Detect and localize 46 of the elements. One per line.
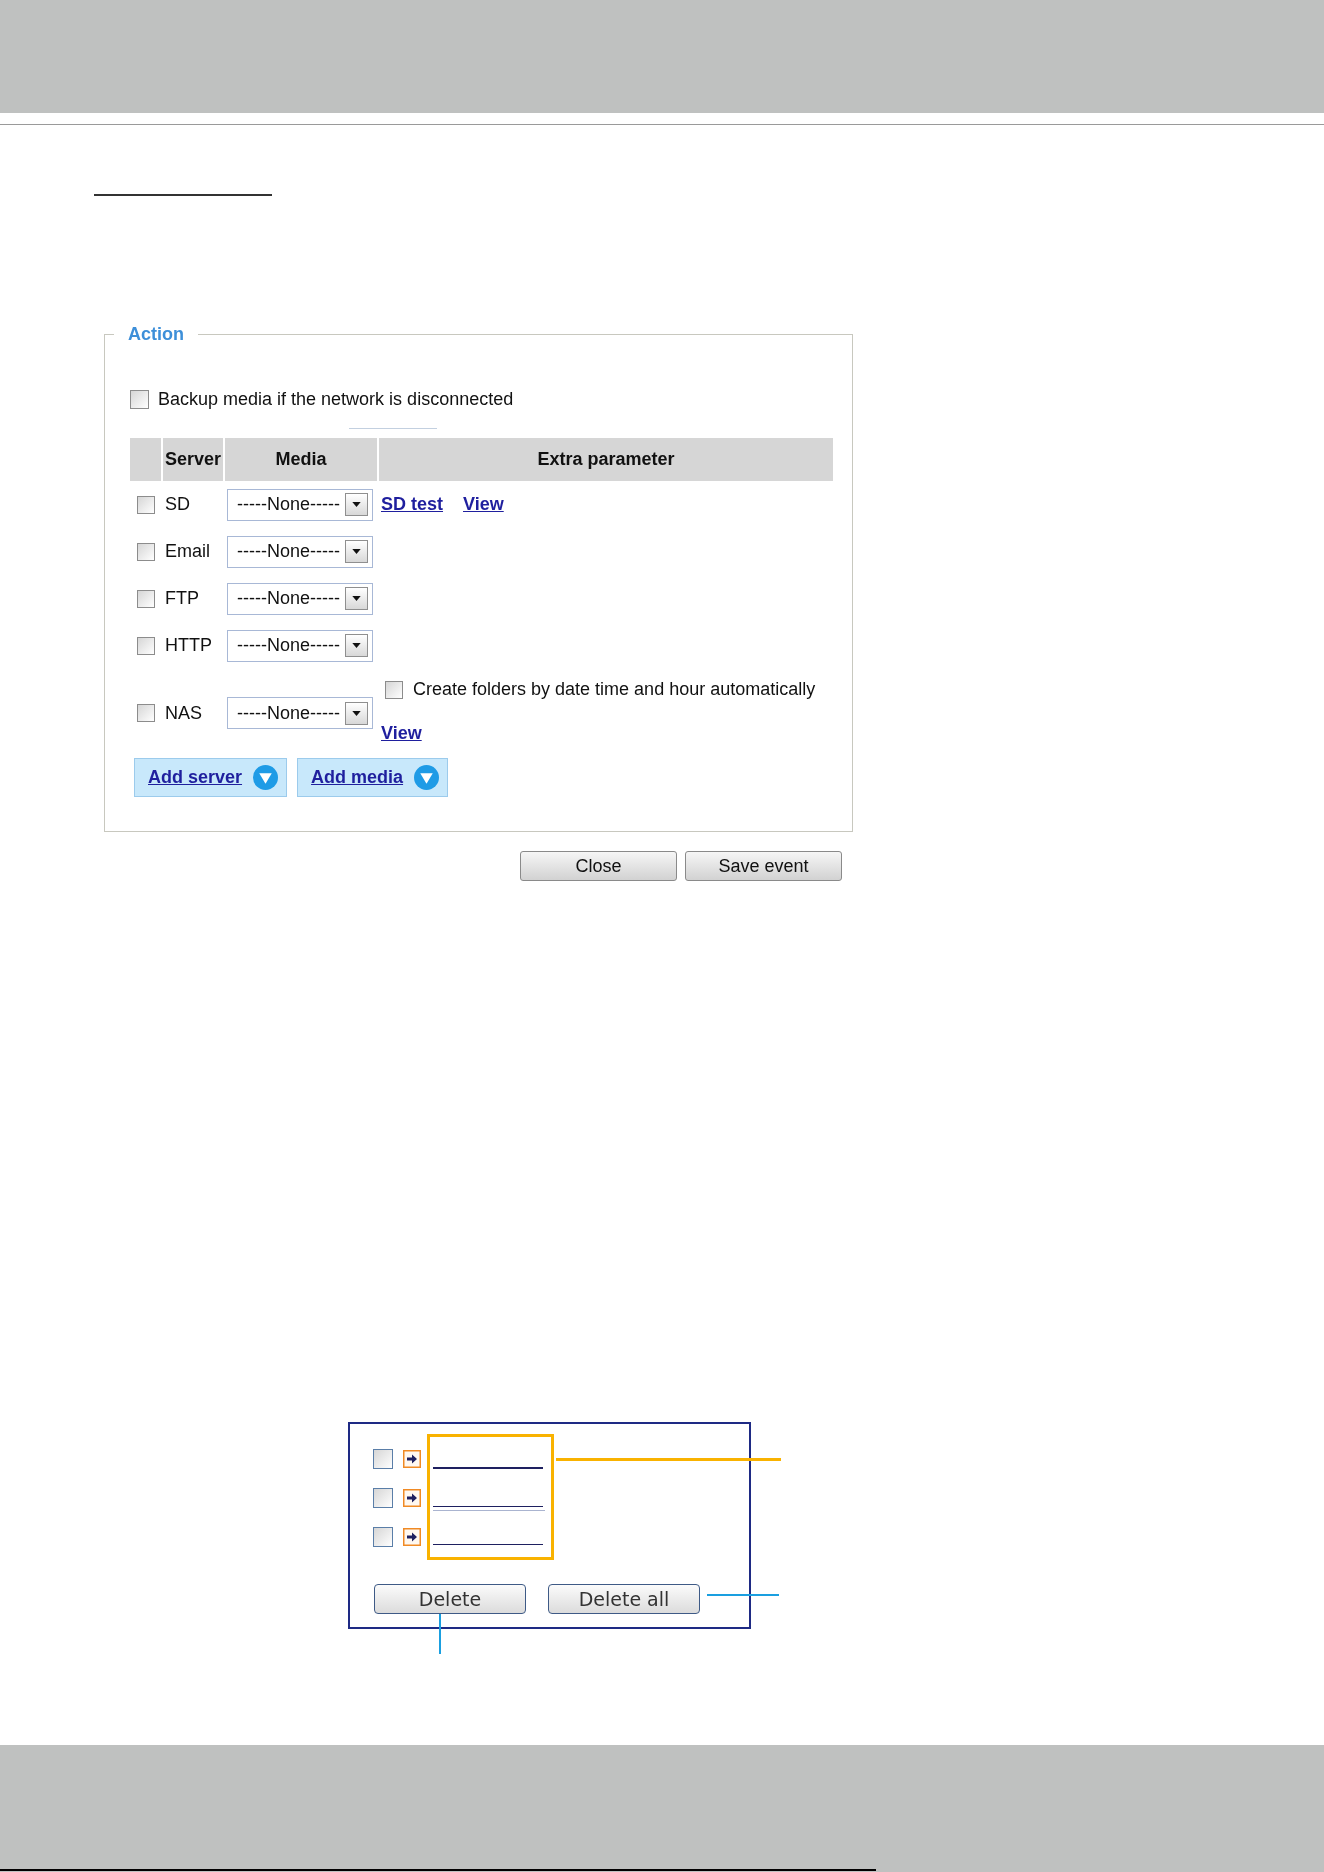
media-dropdown[interactable]: -----None----- <box>227 535 373 568</box>
checkbox[interactable] <box>136 495 155 514</box>
caret-icon <box>345 587 368 610</box>
caret-icon <box>345 634 368 657</box>
checkbox[interactable] <box>373 1527 393 1547</box>
checkbox[interactable] <box>385 680 403 699</box>
option-label: Backup media if the network is disconnected <box>158 387 514 411</box>
option-label: Create folders by date time and hour automatically <box>413 678 816 701</box>
arrow-right-icon <box>403 1528 421 1546</box>
media-dropdown[interactable]: -----None----- <box>227 629 373 662</box>
checkbox[interactable] <box>373 1449 393 1469</box>
table-header-cell <box>130 438 161 481</box>
add-button[interactable]: Add media <box>297 758 449 797</box>
server-label: FTP <box>165 588 199 608</box>
checkbox[interactable] <box>136 704 155 722</box>
caret-icon <box>345 701 368 725</box>
checkbox[interactable] <box>136 589 155 608</box>
link[interactable]: View <box>463 491 504 518</box>
panel-legend: Action <box>114 323 198 345</box>
server-label: NAS <box>165 702 202 723</box>
dialog-button[interactable]: Close <box>520 851 677 881</box>
leader-line <box>707 1594 779 1596</box>
checkbox[interactable] <box>136 636 155 655</box>
dialog-button[interactable]: Save event <box>685 851 842 881</box>
media-dropdown[interactable]: -----None----- <box>227 488 373 521</box>
link[interactable]: SD test <box>381 491 443 518</box>
column-header: Media <box>225 438 377 481</box>
server-label: HTTP <box>165 635 212 655</box>
list-button[interactable]: Delete <box>374 1584 526 1614</box>
caret-icon <box>345 540 368 563</box>
caret-icon <box>345 493 368 516</box>
media-dropdown[interactable]: -----None----- <box>227 582 373 615</box>
arrow-right-icon <box>403 1450 421 1468</box>
add-button[interactable]: Add server <box>134 758 288 797</box>
arrow-right-icon <box>403 1489 421 1507</box>
column-header: Server <box>163 438 223 481</box>
column-header: Extra parameter <box>379 438 833 481</box>
leader-line <box>439 1614 441 1654</box>
checkbox[interactable] <box>136 542 155 561</box>
checkbox[interactable] <box>130 389 149 409</box>
link[interactable]: View <box>381 719 422 747</box>
list-button[interactable]: Delete all <box>548 1584 700 1614</box>
server-label: SD <box>165 494 190 514</box>
media-dropdown[interactable]: -----None----- <box>227 697 373 729</box>
checkbox[interactable] <box>373 1488 393 1508</box>
server-label: Email <box>165 541 210 561</box>
